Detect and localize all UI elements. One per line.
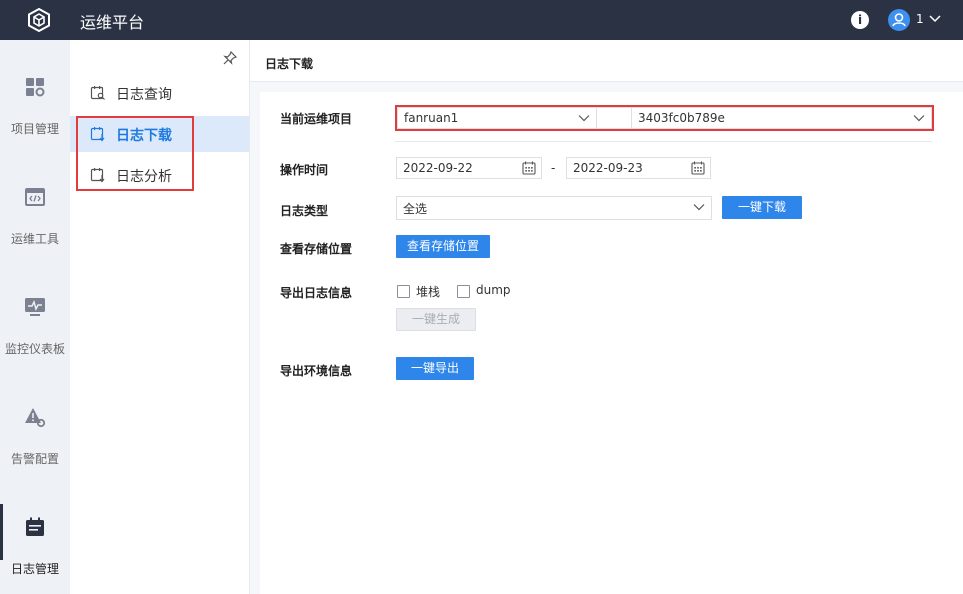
chevron-down-icon — [693, 204, 705, 211]
form-panel: 当前运维项目 fanruan1 3403fc0b789e 操作时间 2022-0… — [260, 92, 963, 594]
calendar-icon[interactable] — [691, 161, 705, 175]
monitor-pulse-icon — [25, 298, 45, 316]
export-log-label: 导出日志信息 — [280, 286, 353, 300]
rail-item-ops-tools[interactable]: 运维工具 — [0, 150, 70, 260]
main-area: 日志下载 当前运维项目 fanruan1 3403fc0b789e 操作时间 2… — [250, 40, 963, 594]
submenu-label: 日志查询 — [116, 87, 172, 103]
log-download-icon — [90, 127, 105, 142]
info-icon[interactable]: i — [851, 11, 869, 29]
submenu-item-log-download[interactable]: 日志下载 — [70, 116, 249, 152]
code-window-icon — [25, 188, 45, 206]
node-select[interactable]: 3403fc0b789e — [631, 107, 932, 129]
rail-item-project[interactable]: 项目管理 — [0, 40, 70, 150]
export-env-button[interactable]: 一键导出 — [396, 357, 474, 380]
divider — [395, 141, 932, 142]
rail-item-log[interactable]: 日志管理 — [0, 480, 70, 590]
start-date-input[interactable]: 2022-09-22 — [396, 157, 542, 179]
log-type-value: 全选 — [403, 202, 428, 216]
generate-button[interactable]: 一键生成 — [396, 308, 476, 331]
end-date-input[interactable]: 2022-09-23 — [566, 157, 711, 179]
rail-label: 日志管理 — [10, 562, 59, 576]
end-date-value: 2022-09-23 — [573, 161, 643, 175]
stack-checkbox-label: 堆栈 — [416, 285, 441, 299]
page-header: 日志下载 — [250, 40, 963, 82]
rail-label: 告警配置 — [10, 452, 59, 466]
pin-icon[interactable] — [222, 50, 238, 66]
log-search-icon — [90, 86, 105, 100]
view-storage-button[interactable]: 查看存储位置 — [396, 235, 490, 258]
left-rail: 项目管理 运维工具 监控仪表板 告警配置 日志管理 — [0, 40, 70, 594]
project-label: 当前运维项目 — [280, 112, 353, 126]
dump-checkbox-label: dump — [476, 283, 511, 297]
rail-label: 项目管理 — [10, 122, 59, 136]
active-indicator — [0, 504, 3, 560]
submenu-label: 日志分析 — [116, 169, 172, 185]
dump-checkbox[interactable] — [457, 285, 470, 298]
stack-checkbox[interactable] — [397, 285, 410, 298]
log-type-select[interactable]: 全选 — [396, 196, 712, 220]
submenu-item-log-query[interactable]: 日志查询 — [70, 75, 249, 111]
app-title: 运维平台 — [80, 13, 145, 32]
top-bar: 运维平台 i 1 — [0, 0, 963, 40]
node-value: 3403fc0b789e — [638, 111, 725, 125]
chevron-down-icon — [578, 115, 590, 122]
rail-label: 监控仪表板 — [4, 342, 65, 356]
calendar-icon[interactable] — [522, 161, 536, 175]
page-title: 日志下载 — [265, 57, 314, 71]
project-value: fanruan1 — [404, 111, 459, 125]
rail-label: 运维工具 — [10, 232, 59, 246]
chevron-down-icon — [913, 115, 925, 122]
time-label: 操作时间 — [280, 163, 329, 177]
storage-label: 查看存储位置 — [280, 242, 353, 256]
chevron-down-icon[interactable] — [928, 12, 942, 26]
warning-gear-icon — [25, 408, 46, 428]
user-name[interactable]: 1 — [916, 12, 924, 26]
calendar-log-icon — [26, 517, 44, 536]
date-separator: - — [551, 161, 556, 175]
sub-menu: 日志查询 日志下载 日志分析 — [70, 40, 250, 594]
rail-item-monitor[interactable]: 监控仪表板 — [0, 260, 70, 370]
log-type-label: 日志类型 — [280, 204, 329, 218]
grid-gear-icon — [26, 78, 45, 97]
rail-item-alert[interactable]: 告警配置 — [0, 370, 70, 480]
select-spacer — [597, 107, 632, 129]
cube-logo-icon[interactable] — [26, 7, 52, 33]
project-select[interactable]: fanruan1 — [397, 107, 597, 129]
avatar[interactable] — [888, 9, 910, 31]
user-icon — [892, 13, 906, 27]
start-date-value: 2022-09-22 — [403, 161, 473, 175]
submenu-label: 日志下载 — [116, 128, 172, 144]
submenu-item-log-analysis[interactable]: 日志分析 — [70, 157, 249, 193]
export-env-label: 导出环境信息 — [280, 364, 353, 378]
log-analysis-icon — [90, 168, 105, 183]
download-all-button[interactable]: 一键下载 — [722, 196, 802, 219]
